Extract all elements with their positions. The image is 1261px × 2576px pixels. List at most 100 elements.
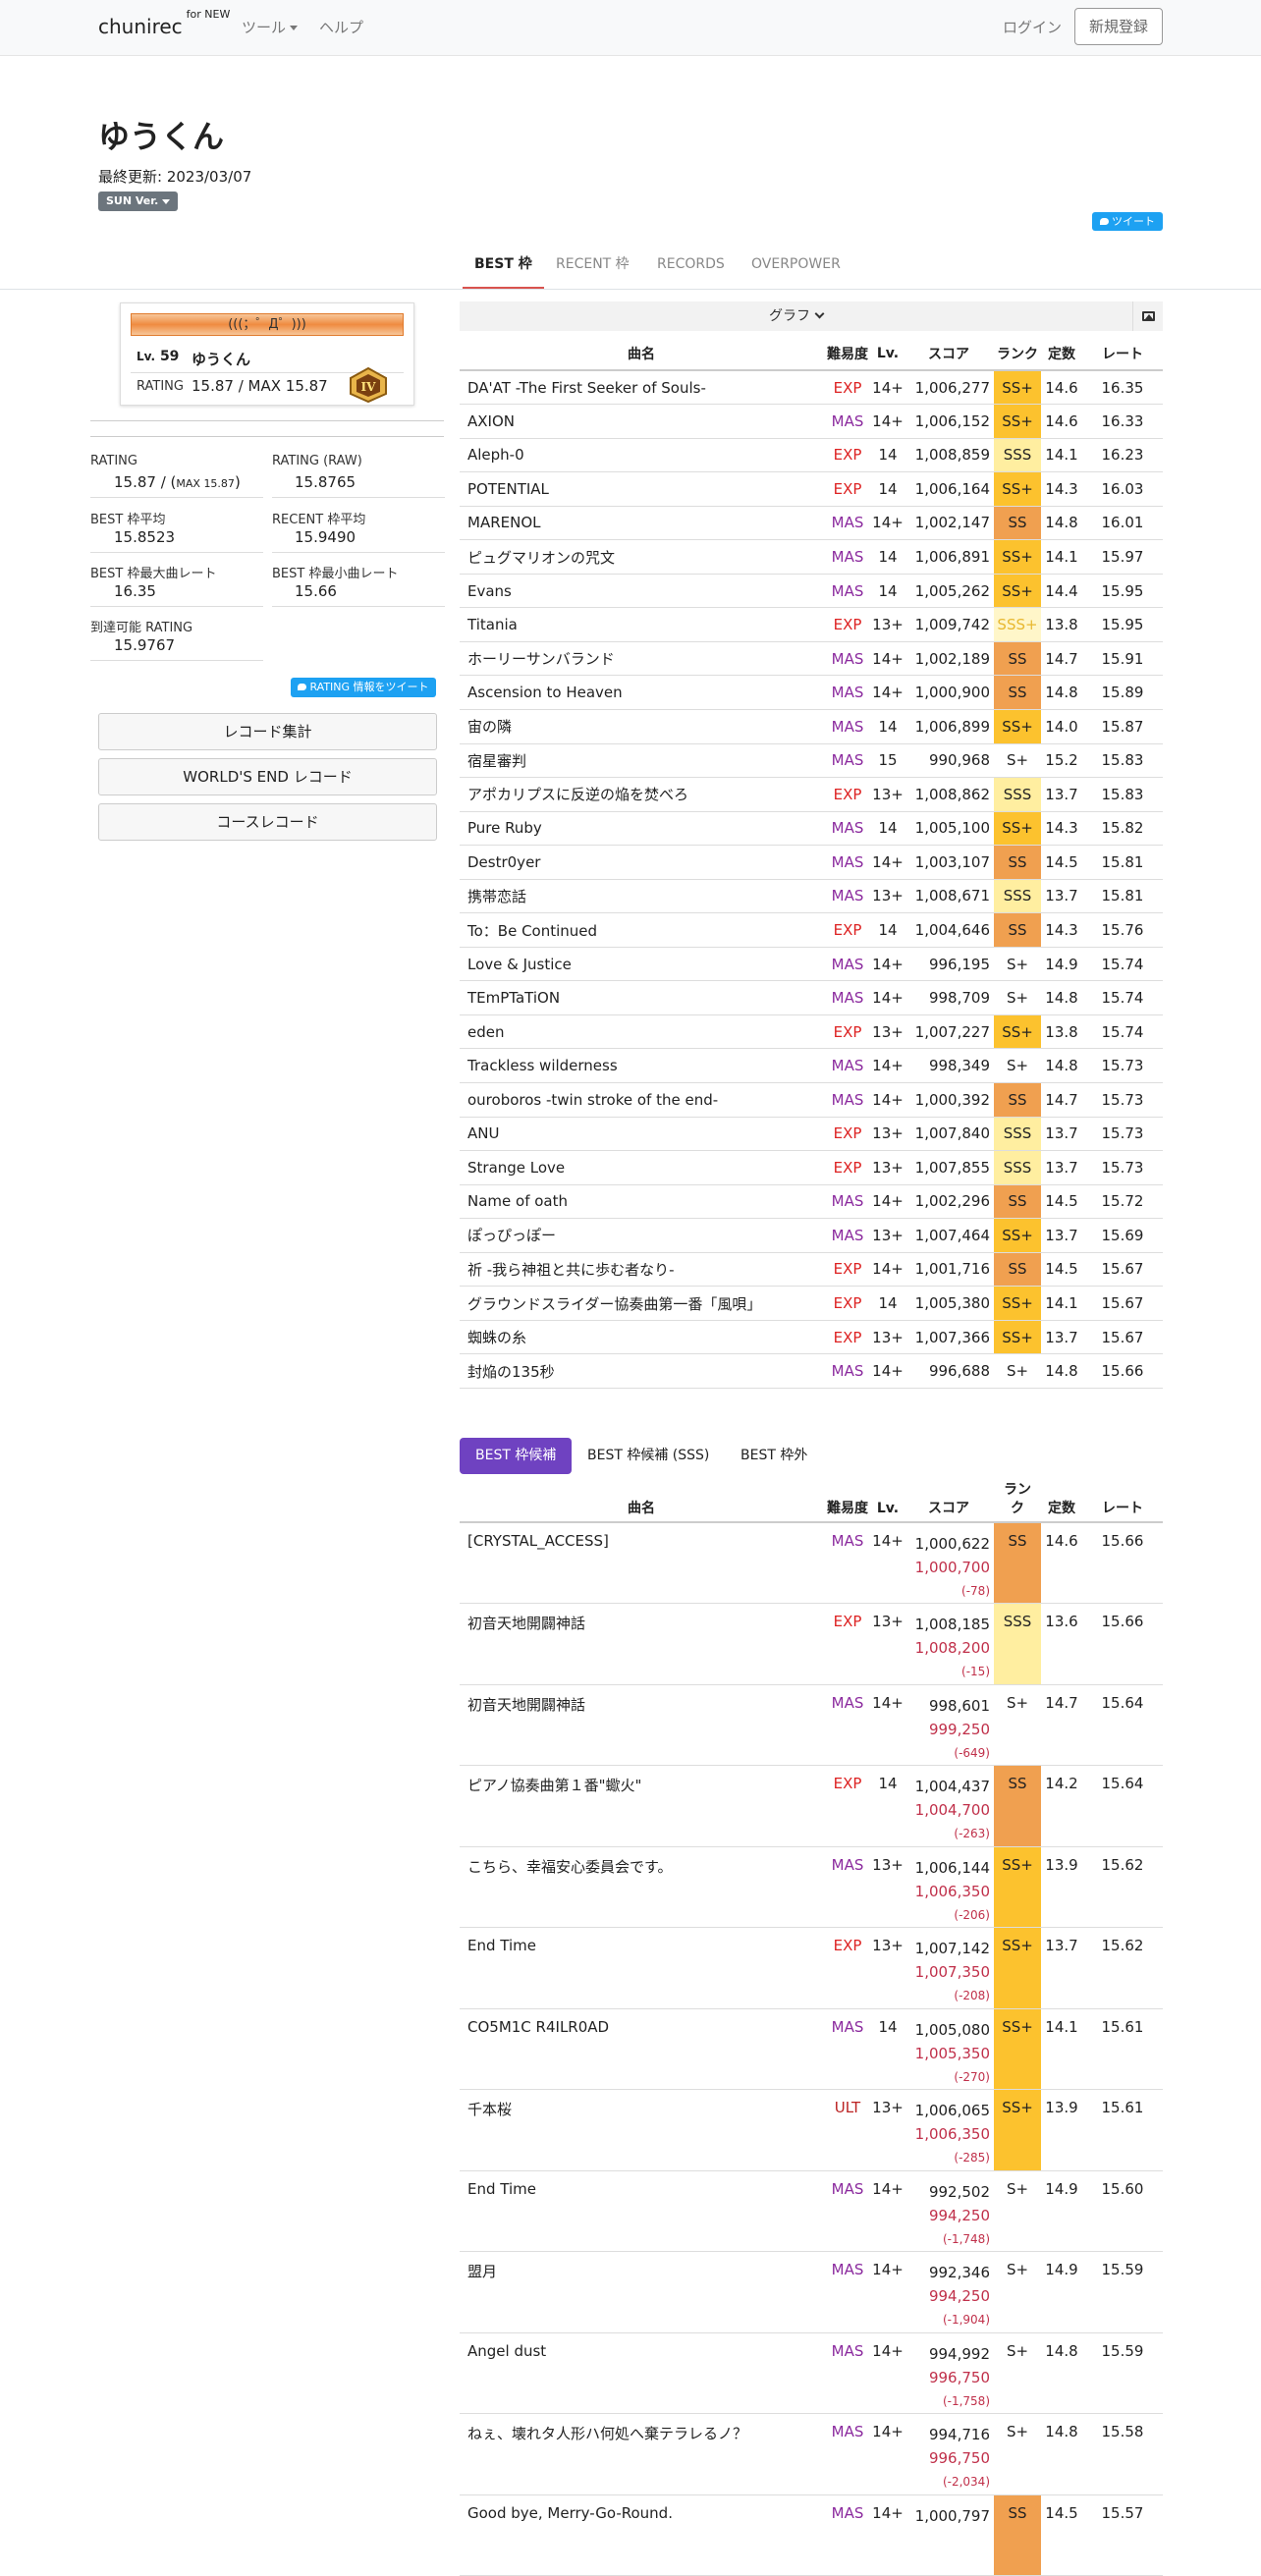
tweet-button[interactable]: ツイート <box>1092 212 1163 231</box>
song-title-link[interactable]: Angel dust <box>460 2332 823 2414</box>
table-row[interactable]: ouroboros -twin stroke of the end- MAS 14+… <box>460 1082 1163 1118</box>
table-row[interactable]: End Time MAS 14+ 992,502 994,250 (-1,748) S+ 14… <box>460 2170 1163 2252</box>
song-title-link[interactable]: ピアノ協奏曲第１番"蠍火" <box>460 1765 823 1847</box>
table-row[interactable]: 宿星審判 MAS 15 990,968 S+ 15.2 15.83 <box>460 743 1163 779</box>
song-title-link[interactable]: 初音天地開闢神話 <box>460 1684 823 1766</box>
tab-records[interactable]: RECORDS <box>645 252 737 289</box>
table-row[interactable]: Name of oath MAS 14+ 1,002,296 SS 14.5 15.72 <box>460 1184 1163 1220</box>
table-row[interactable]: Titania EXP 13+ 1,009,742 SSS+ 13.8 15.95 <box>460 607 1163 642</box>
col-const[interactable]: 定数 <box>1041 1479 1082 1523</box>
tab-overpower[interactable]: OVERPOWER <box>740 252 852 289</box>
table-row[interactable]: Angel dust MAS 14+ 994,992 996,750 (-1,758) S+… <box>460 2332 1163 2414</box>
col-rank[interactable]: ランク <box>994 1479 1041 1523</box>
song-title-link[interactable]: CO5M1C R4ILR0AD <box>460 2008 823 2090</box>
pill-best-candidates[interactable]: BEST 枠候補 <box>460 1438 573 1474</box>
table-row[interactable]: Aleph-0 EXP 14 1,008,859 SSS 14.1 16.23 <box>460 438 1163 473</box>
table-row[interactable]: ホーリーサンバランド MAS 14+ 1,002,189 SS 14.7 15.91 <box>460 641 1163 677</box>
song-title-link[interactable]: POTENTIAL <box>460 471 823 507</box>
table-row[interactable]: 封焔の135秒 MAS 14+ 996,688 S+ 14.8 15.66 <box>460 1353 1163 1389</box>
table-row[interactable]: 宙の隣 MAS 14 1,006,899 SS+ 14.0 15.87 <box>460 709 1163 744</box>
pill-best-outside[interactable]: BEST 枠外 <box>725 1438 823 1474</box>
song-title-link[interactable]: Ascension to Heaven <box>460 675 823 710</box>
signup-button[interactable]: 新規登録 <box>1074 8 1163 45</box>
col-title[interactable]: 曲名 <box>460 338 823 371</box>
song-title-link[interactable]: アポカリプスに反逆の焔を焚べろ <box>460 777 823 812</box>
song-title-link[interactable]: To：Be Continued <box>460 912 823 948</box>
rating-tweet-button[interactable]: RATING 情報をツイート <box>291 678 436 697</box>
graph-toggle[interactable]: グラフ <box>460 301 1132 331</box>
col-diff[interactable]: 難易度 <box>823 338 872 371</box>
table-row[interactable]: [CRYSTAL_ACCESS] MAS 14+ 1,000,622 1,000,700… <box>460 1522 1163 1604</box>
song-title-link[interactable]: 蜘蛛の糸 <box>460 1320 823 1355</box>
table-row[interactable]: アポカリプスに反逆の焔を焚べろ EXP 13+ 1,008,862 SSS 13.7 15.… <box>460 777 1163 812</box>
song-title-link[interactable]: Trackless wilderness <box>460 1048 823 1083</box>
song-title-link[interactable]: 宿星審判 <box>460 743 823 779</box>
song-title-link[interactable]: Name of oath <box>460 1184 823 1220</box>
col-score[interactable]: スコア <box>904 338 994 371</box>
table-row[interactable]: ぽっぴっぽー MAS 13+ 1,007,464 SS+ 13.7 15.69 <box>460 1218 1163 1253</box>
table-row[interactable]: Destr0yer MAS 14+ 1,003,107 SS 14.5 15.81 <box>460 845 1163 880</box>
song-title-link[interactable]: MARENOL <box>460 506 823 541</box>
song-title-link[interactable]: ピュグマリオンの咒文 <box>460 539 823 575</box>
song-title-link[interactable]: こちら、幸福安心委員会です。 <box>460 1846 823 1928</box>
table-row[interactable]: 祈 -我ら神祖と共に歩む者なり- EXP 14+ 1,001,716 SS 14.5 15.… <box>460 1252 1163 1288</box>
song-title-link[interactable]: Evans <box>460 574 823 609</box>
brand-logo[interactable]: chunirecfor NEW <box>98 8 230 38</box>
song-title-link[interactable]: ouroboros -twin stroke of the end- <box>460 1082 823 1118</box>
table-row[interactable]: 蜘蛛の糸 EXP 13+ 1,007,366 SS+ 13.7 15.67 <box>460 1320 1163 1355</box>
song-title-link[interactable]: AXION <box>460 404 823 439</box>
login-link[interactable]: ログイン <box>1003 17 1062 37</box>
song-title-link[interactable]: [CRYSTAL_ACCESS] <box>460 1522 823 1604</box>
table-row[interactable]: 携帯恋話 MAS 13+ 1,008,671 SSS 13.7 15.81 <box>460 879 1163 914</box>
table-row[interactable]: POTENTIAL EXP 14 1,006,164 SS+ 14.3 16.03 <box>460 471 1163 507</box>
col-rank[interactable]: ランク <box>994 338 1041 371</box>
table-row[interactable]: 盟月 MAS 14+ 992,346 994,250 (-1,904) S+ 14.9 15.5… <box>460 2251 1163 2333</box>
song-title-link[interactable]: ねぇ、壊れタ人形ハ何処へ棄テラレるノ？ <box>460 2413 823 2495</box>
table-row[interactable]: Evans MAS 14 1,005,262 SS+ 14.4 15.95 <box>460 574 1163 609</box>
song-title-link[interactable]: 千本桜 <box>460 2089 823 2171</box>
record-summary-button[interactable]: レコード集計 <box>98 713 437 750</box>
table-row[interactable]: ねぇ、壊れタ人形ハ何処へ棄テラレるノ？ MAS 14+ 994,716 996,750 (… <box>460 2413 1163 2495</box>
table-row[interactable]: ピュグマリオンの咒文 MAS 14 1,006,891 SS+ 14.1 15.97 <box>460 539 1163 575</box>
song-title-link[interactable]: End Time <box>460 1927 823 2009</box>
col-rate[interactable]: レート <box>1082 1479 1163 1523</box>
table-row[interactable]: eden EXP 13+ 1,007,227 SS+ 13.8 15.74 <box>460 1014 1163 1050</box>
table-row[interactable]: TEmPTaTiON MAS 14+ 998,709 S+ 14.8 15.74 <box>460 980 1163 1015</box>
col-diff[interactable]: 難易度 <box>823 1479 872 1523</box>
col-const[interactable]: 定数 <box>1041 338 1082 371</box>
song-title-link[interactable]: Destr0yer <box>460 845 823 880</box>
table-row[interactable]: Good bye, Merry-Go-Round. MAS 14+ 1,000,797… <box>460 2494 1163 2576</box>
pill-best-candidates-sss[interactable]: BEST 枠候補 (SSS) <box>572 1438 725 1474</box>
col-rate[interactable]: レート <box>1082 338 1163 371</box>
song-title-link[interactable]: Strange Love <box>460 1150 823 1185</box>
song-title-link[interactable]: Titania <box>460 607 823 642</box>
table-row[interactable]: Strange Love EXP 13+ 1,007,855 SSS 13.7 15.73 <box>460 1150 1163 1185</box>
song-title-link[interactable]: ANU <box>460 1117 823 1152</box>
song-title-link[interactable]: Pure Ruby <box>460 811 823 847</box>
table-row[interactable]: こちら、幸福安心委員会です。 MAS 13+ 1,006,144 1,006,350 (-… <box>460 1846 1163 1928</box>
table-row[interactable]: AXION MAS 14+ 1,006,152 SS+ 14.6 16.33 <box>460 404 1163 439</box>
worlds-end-button[interactable]: WORLD'S END レコード <box>98 758 437 795</box>
tab-best[interactable]: BEST 枠 <box>463 252 544 289</box>
col-title[interactable]: 曲名 <box>460 1479 823 1523</box>
song-title-link[interactable]: 祈 -我ら神祖と共に歩む者なり- <box>460 1252 823 1288</box>
save-image-button[interactable] <box>1132 301 1163 331</box>
song-title-link[interactable]: DA'AT -The First Seeker of Souls- <box>460 370 823 406</box>
song-title-link[interactable]: 初音天地開闢神話 <box>460 1603 823 1685</box>
song-title-link[interactable]: 盟月 <box>460 2251 823 2333</box>
table-row[interactable]: To：Be Continued EXP 14 1,004,646 SS 14.3 15.76 <box>460 912 1163 948</box>
version-dropdown[interactable]: SUN Ver. <box>98 192 179 211</box>
song-title-link[interactable]: eden <box>460 1014 823 1050</box>
table-row[interactable]: ピアノ協奏曲第１番"蠍火" EXP 14 1,004,437 1,004,700 (-26… <box>460 1765 1163 1847</box>
table-row[interactable]: Love & Justice MAS 14+ 996,195 S+ 14.9 15.74 <box>460 947 1163 982</box>
table-row[interactable]: DA'AT -The First Seeker of Souls- EXP 14+ 1… <box>460 370 1163 406</box>
song-title-link[interactable]: ホーリーサンバランド <box>460 641 823 677</box>
table-row[interactable]: CO5M1C R4ILR0AD MAS 14 1,005,080 1,005,350 (-… <box>460 2008 1163 2090</box>
table-row[interactable]: 千本桜 ULT 13+ 1,006,065 1,006,350 (-285) SS+ 13.9… <box>460 2089 1163 2171</box>
table-row[interactable]: Trackless wilderness MAS 14+ 998,349 S+ 14.8 1… <box>460 1048 1163 1083</box>
table-row[interactable]: Pure Ruby MAS 14 1,005,100 SS+ 14.3 15.82 <box>460 811 1163 847</box>
song-title-link[interactable]: Aleph-0 <box>460 438 823 473</box>
col-level[interactable]: Lv. <box>872 1479 904 1523</box>
song-title-link[interactable]: 封焔の135秒 <box>460 1353 823 1389</box>
table-row[interactable]: ANU EXP 13+ 1,007,840 SSS 13.7 15.73 <box>460 1117 1163 1152</box>
